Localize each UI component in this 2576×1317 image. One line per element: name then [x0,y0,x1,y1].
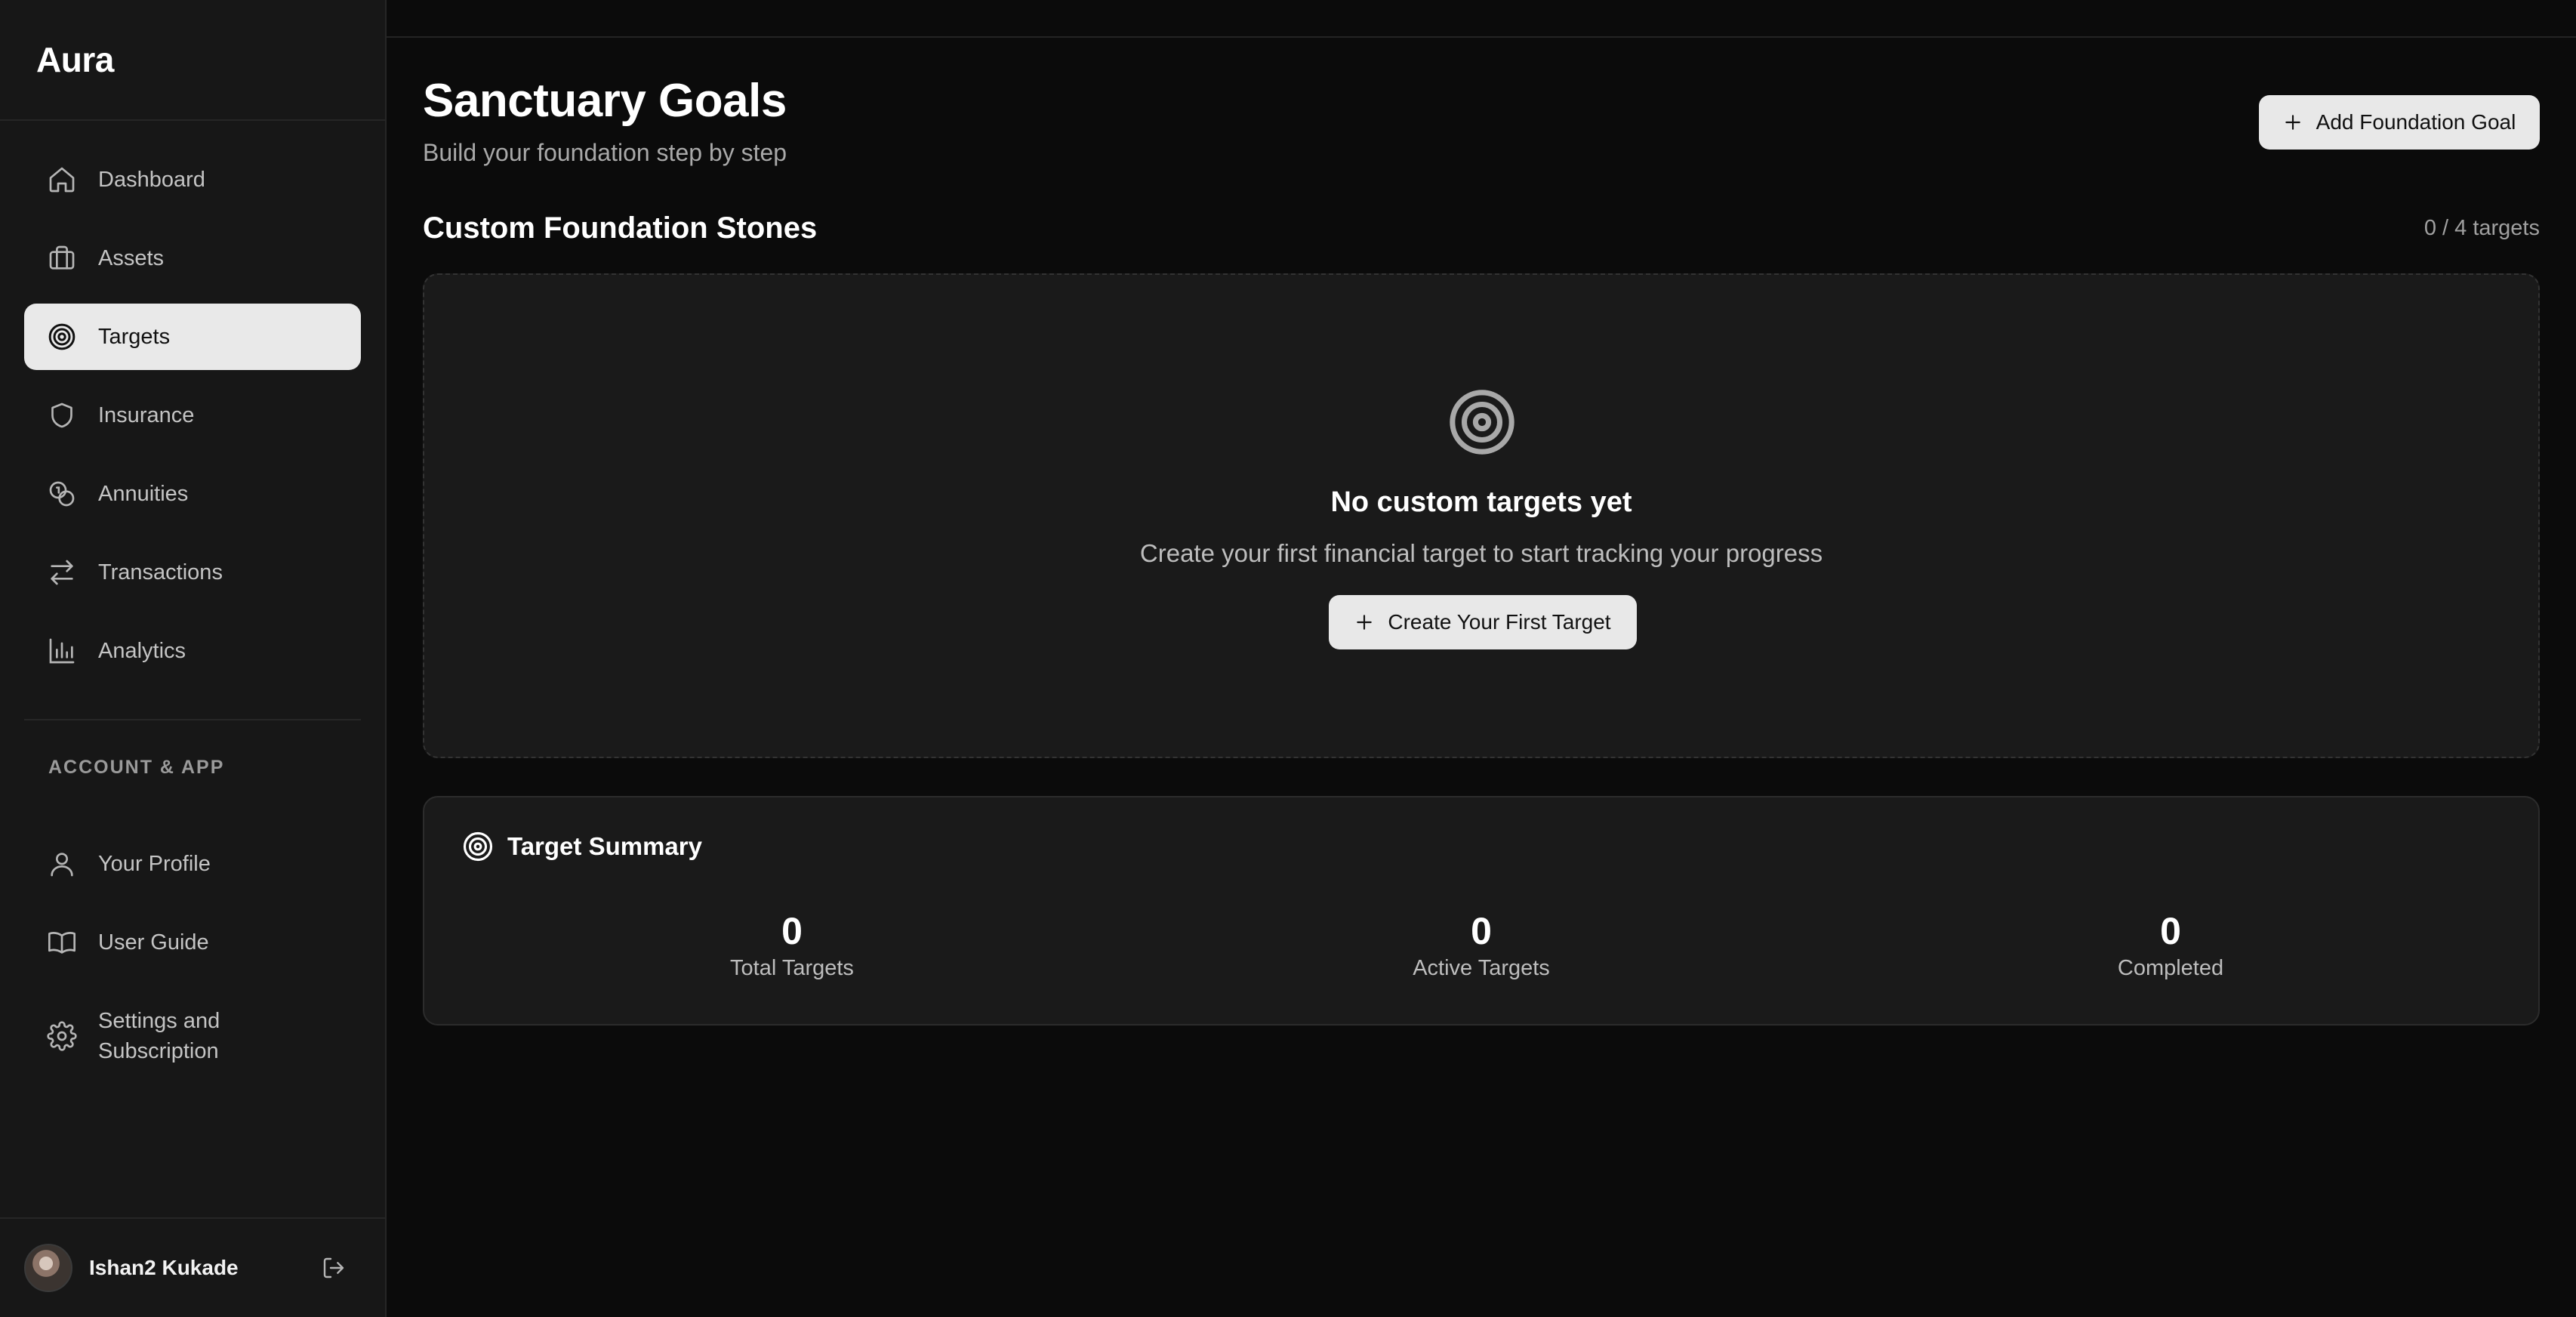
stat-label: Total Targets [730,956,854,980]
stat-label: Completed [2117,956,2224,980]
avatar[interactable] [24,1244,72,1292]
section-title: Custom Foundation Stones [423,211,818,245]
sidebar-item-settings[interactable]: Settings and Subscription [24,1001,361,1071]
stat-completed: 0 Completed [1944,911,2397,981]
user-profile-row[interactable]: Ishan2 Kukade [24,1243,361,1293]
sidebar-item-label: User Guide [98,930,209,955]
sidebar-item-transactions[interactable]: Transactions [24,539,361,606]
button-label: Add Foundation Goal [2316,110,2516,134]
sidebar-item-user-guide[interactable]: User Guide [24,909,361,976]
target-icon [48,323,75,350]
coins-icon [49,481,75,507]
sidebar-item-analytics[interactable]: Analytics [24,618,361,684]
stat-value: 0 [2160,910,2181,952]
add-foundation-goal-button[interactable]: Add Foundation Goal [2259,95,2540,150]
user-name: Ishan2 Kukade [89,1256,239,1279]
sidebar-item-label: Analytics [98,638,186,663]
stat-value: 0 [781,910,803,952]
sidebar-item-label: Dashboard [98,167,205,192]
sidebar-item-label: Your Profile [98,851,211,876]
plus-icon [1357,615,1373,630]
logout-icon[interactable] [322,1256,346,1280]
section-label: ACCOUNT & APP [48,757,225,778]
summary-header: Target Summary [462,831,702,862]
user-icon [51,853,73,877]
gear-icon [47,1021,77,1051]
summary-title: Target Summary [507,832,702,860]
sidebar-item-label: Insurance [98,403,195,427]
page-title: Sanctuary Goals [423,75,787,127]
divider [24,719,361,720]
home-icon [49,167,75,193]
sidebar-item-dashboard[interactable]: Dashboard [24,147,361,213]
sidebar-item-profile[interactable]: Your Profile [24,831,361,897]
divider [0,1217,385,1219]
sidebar-item-targets[interactable]: Targets [24,304,361,370]
settings-label-line-2: Subscription [98,1039,219,1063]
target-summary-card: Target Summary 0 Total Targets 0 Active … [423,796,2540,1026]
sidebar-item-label: Transactions [98,560,223,584]
sidebar-item-label: Assets [98,245,165,270]
settings-label-line-1: Settings and [98,1009,220,1033]
empty-state-description: Create your first financial target to st… [1139,539,1823,567]
arrows-left-right-icon [51,560,73,585]
sidebar: Aura Dashboard Assets Targets Insurance … [0,0,387,1317]
sidebar-item-annuities[interactable]: Annuities [24,461,361,527]
create-first-target-button[interactable]: Create Your First Target [1329,595,1637,649]
target-icon [463,831,493,862]
book-open-icon [48,931,75,954]
sidebar-item-label: Settings and Subscription [98,1006,220,1066]
plus-icon [2285,115,2300,130]
stat-label: Active Targets [1413,956,1550,980]
stat-total-targets: 0 Total Targets [565,911,1018,981]
briefcase-icon [49,245,75,270]
empty-state-title: No custom targets yet [1330,486,1632,518]
sidebar-item-insurance[interactable]: Insurance [24,382,361,449]
sidebar-item-assets[interactable]: Assets [24,225,361,291]
stat-active-targets: 0 Active Targets [1255,911,1708,981]
stat-value: 0 [1471,910,1492,952]
empty-state-card: No custom targets yet Create your first … [423,273,2540,758]
target-icon [1450,390,1514,455]
header-divider [387,36,2576,38]
page-subtitle: Build your foundation step by step [423,139,787,166]
bar-chart-icon [49,638,75,664]
shield-icon [51,403,72,428]
app-logo[interactable]: Aura [36,39,114,80]
target-count: 0 / 4 targets [2423,216,2540,240]
sidebar-item-label: Targets [98,324,171,349]
button-label: Create Your First Target [1388,610,1611,634]
sidebar-item-label: Annuities [98,481,189,506]
divider [0,119,385,121]
